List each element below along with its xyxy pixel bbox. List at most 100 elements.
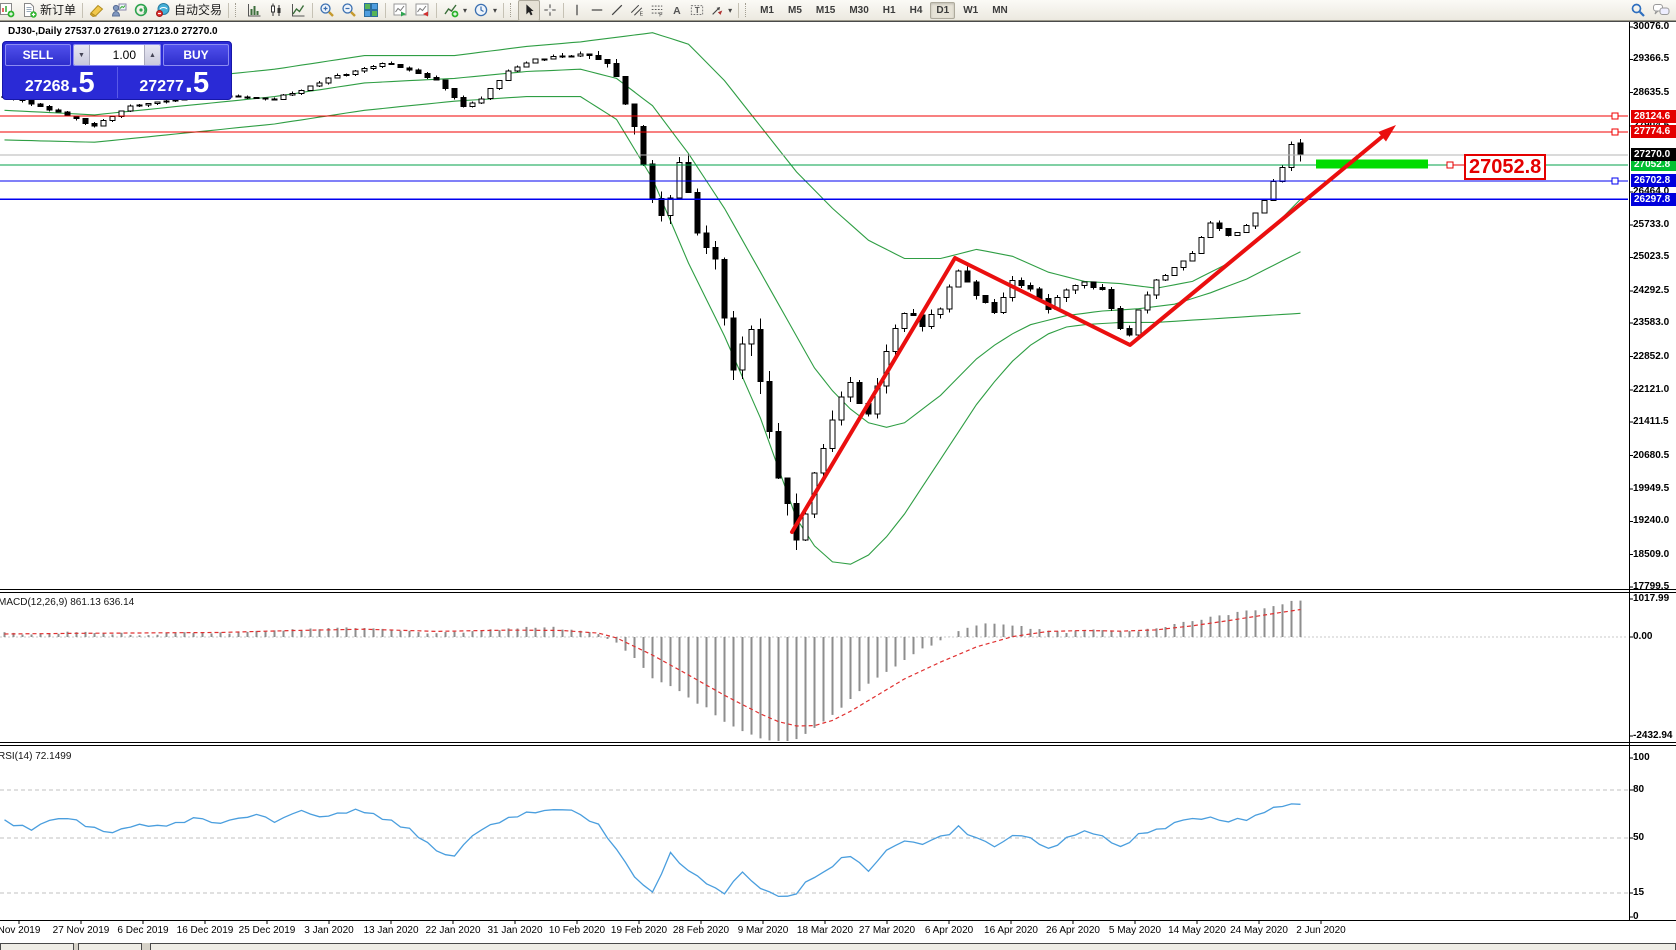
rsi-scale-label: 50 (1633, 832, 1644, 843)
y-axis-tick: 24292.5 (1633, 285, 1669, 296)
chevron-down-icon: ▾ (728, 6, 732, 15)
buy-button[interactable]: BUY (163, 44, 229, 66)
horizontal-line-tool[interactable] (587, 1, 607, 20)
price-line-badge: 28124.6 (1631, 110, 1676, 123)
x-axis-label: 2 Jun 2020 (1276, 925, 1366, 936)
volume-input[interactable]: 1.00 (90, 45, 144, 65)
rsi-scale-label: 100 (1633, 752, 1650, 763)
publisher-icon[interactable] (108, 1, 130, 20)
macd-scale-label: 0.00 (1633, 631, 1652, 642)
svg-text:F: F (659, 13, 662, 17)
channel-tool[interactable]: E (627, 1, 647, 20)
y-axis-tick: 19949.5 (1633, 483, 1669, 494)
price-annotation[interactable]: 27052.8 (1464, 154, 1546, 180)
chart-title: DJ30-,Daily 27537.0 27619.0 27123.0 2727… (8, 26, 218, 37)
y-axis-tick: 28635.5 (1633, 87, 1669, 98)
separator (82, 3, 83, 18)
crosshair-tool[interactable] (540, 1, 560, 20)
y-axis-tick: 25733.0 (1633, 219, 1669, 230)
ask-price[interactable]: 27277.5 (118, 67, 232, 98)
volume-down-button[interactable]: ▼ (74, 45, 90, 65)
new-order-button[interactable]: 新订单 (18, 1, 79, 20)
period-button[interactable]: ▾ (470, 1, 500, 20)
vertical-line-tool[interactable] (567, 1, 587, 20)
y-axis-tick: 19240.0 (1633, 515, 1669, 526)
arrows-tool[interactable]: ▾ (707, 1, 735, 20)
bottom-tab[interactable] (78, 943, 142, 950)
bid-price[interactable]: 27268.5 (3, 67, 118, 98)
separator (503, 3, 504, 18)
chevron-down-icon: ▾ (463, 6, 467, 15)
zoom-out-icon[interactable] (338, 1, 360, 20)
tf-button-M1[interactable]: M1 (754, 2, 780, 19)
bottom-strip (0, 943, 1676, 950)
search-icon[interactable] (1627, 1, 1649, 20)
tf-button-MN[interactable]: MN (986, 2, 1014, 19)
separator (738, 3, 739, 18)
separator (312, 3, 313, 18)
toolbar: 新订单 自动交易 (0, 0, 1676, 21)
bar-chart-icon[interactable] (243, 1, 265, 20)
y-axis-tick: 29366.5 (1633, 53, 1669, 64)
toolbar-grip (745, 3, 750, 17)
ask-price-frac: .5 (185, 70, 209, 96)
macd-scale-label: 1017.99 (1633, 593, 1669, 604)
text-label-tool[interactable]: T (687, 1, 707, 20)
bottom-tab[interactable] (0, 943, 74, 950)
svg-text:T: T (695, 6, 700, 15)
ask-price-main: 27277 (139, 78, 184, 96)
y-axis-tick: 25023.5 (1633, 251, 1669, 262)
toolbar-grip (510, 3, 515, 17)
rsi-scale-label: 80 (1633, 784, 1644, 795)
svg-text:E: E (640, 12, 644, 17)
tf-button-W1[interactable]: W1 (957, 2, 984, 19)
rsi-scale-label: 0 (1633, 911, 1639, 922)
new-order-label: 新订单 (40, 1, 76, 20)
tf-button-M5[interactable]: M5 (782, 2, 808, 19)
tf-button-M30[interactable]: M30 (843, 2, 874, 19)
y-axis-tick: 22852.0 (1633, 351, 1669, 362)
sell-button[interactable]: SELL (5, 44, 71, 66)
mt4-window: 新订单 自动交易 (0, 0, 1676, 950)
tf-button-H4[interactable]: H4 (904, 2, 929, 19)
add-indicator-button[interactable]: ▾ (440, 1, 470, 20)
step-forward-icon[interactable] (411, 1, 433, 20)
bid-price-frac: .5 (70, 70, 94, 96)
tile-windows-icon[interactable] (360, 1, 382, 20)
price-line-badge: 26297.8 (1631, 193, 1676, 206)
bottom-tab[interactable] (150, 943, 1676, 950)
zoom-in-icon[interactable] (316, 1, 338, 20)
volume-up-button[interactable]: ▲ (144, 45, 160, 65)
autotrade-button[interactable]: 自动交易 (152, 1, 225, 20)
profile-icon[interactable] (389, 1, 411, 20)
cursor-tool[interactable] (518, 0, 540, 21)
rsi-indicator-label: RSI(14) 72.1499 (0, 751, 71, 762)
y-axis-tick: 20680.5 (1633, 450, 1669, 461)
autotrade-label: 自动交易 (174, 1, 222, 20)
price-line-badge: 26702.8 (1631, 174, 1676, 187)
separator (563, 3, 564, 18)
new-chart-icon[interactable] (0, 1, 18, 20)
chart-canvas[interactable] (0, 0, 1676, 950)
macd-indicator-label: MACD(12,26,9) 861.13 636.14 (0, 597, 134, 608)
tf-button-H1[interactable]: H1 (877, 2, 902, 19)
trendline-tool[interactable] (607, 1, 627, 20)
y-axis-tick: 18509.0 (1633, 549, 1669, 560)
text-tool[interactable]: A (667, 1, 687, 20)
styler-icon[interactable] (86, 1, 108, 20)
price-line-badge: 27774.6 (1631, 125, 1676, 138)
line-chart-icon[interactable] (287, 1, 309, 20)
current-price-badge: 27270.0 (1631, 148, 1676, 161)
candle-chart-icon[interactable] (265, 1, 287, 20)
fibonacci-tool[interactable]: F (647, 1, 667, 20)
chevron-down-icon: ▾ (493, 6, 497, 15)
chat-icon[interactable] (1649, 1, 1673, 20)
y-axis-tick: 30076.0 (1633, 21, 1669, 32)
tf-button-D1[interactable]: D1 (930, 2, 955, 19)
y-axis-tick: 22121.0 (1633, 384, 1669, 395)
separator (385, 3, 386, 18)
separator (228, 3, 229, 18)
y-axis-tick: 23583.0 (1633, 317, 1669, 328)
tf-button-M15[interactable]: M15 (810, 2, 841, 19)
news-icon[interactable] (130, 1, 152, 20)
